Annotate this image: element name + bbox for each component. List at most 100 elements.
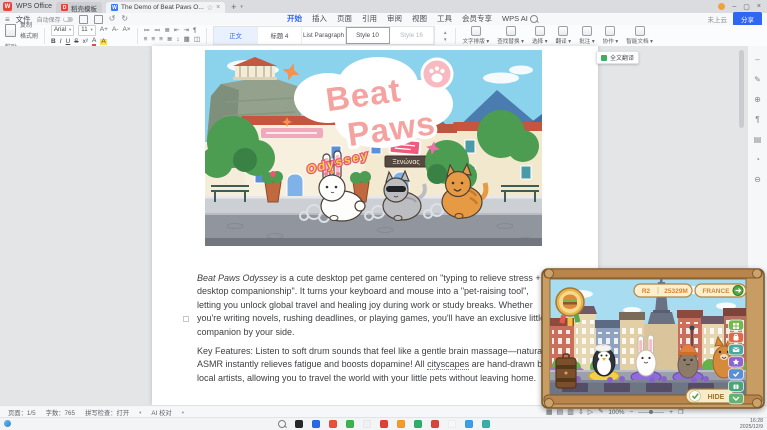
copy-button[interactable]: 复制 [20, 20, 38, 29]
collapse-icon[interactable]: – [755, 56, 759, 64]
taskbar-app-10[interactable] [448, 420, 456, 428]
hide-button[interactable]: HIDE [686, 389, 734, 403]
font-name-select[interactable]: Arial▾ [51, 25, 74, 36]
font-color-icon[interactable]: A [92, 38, 96, 47]
taskbar-app-1[interactable] [295, 420, 303, 428]
italic-icon[interactable]: I [60, 39, 62, 46]
align-right-icon[interactable]: ≡ [159, 37, 163, 44]
favorite-star-icon[interactable]: ☆ [207, 4, 213, 12]
full-text-translate-chip[interactable]: 全文翻译 [596, 51, 639, 64]
add-comment-icon[interactable]: ⊕ [754, 96, 761, 104]
outline-icon[interactable]: ≣ [165, 28, 170, 35]
menu-item-6[interactable]: 视图 [412, 13, 427, 25]
taskbar-search-icon[interactable] [278, 420, 286, 428]
spellcheck-status[interactable]: 拼写检查：打开 [85, 408, 129, 417]
notes-panel-icon[interactable]: ▤ [754, 136, 762, 144]
tab-close-icon[interactable]: × [216, 4, 220, 11]
beat-paws-artwork-image[interactable]: Ξενώνας [205, 50, 542, 246]
increase-font-icon[interactable]: A+ [100, 27, 108, 34]
history-clock-icon[interactable]: ◔ [755, 156, 760, 164]
minimize-button[interactable]: – [732, 3, 736, 10]
style-item[interactable]: List Paragraph [302, 27, 346, 44]
style-item[interactable]: 正文 [214, 27, 258, 44]
shading-icon[interactable]: ▦ [184, 37, 190, 44]
clear-format-icon[interactable]: A× [122, 27, 130, 34]
menu-item-5[interactable]: 审阅 [387, 13, 402, 25]
underline-icon[interactable]: U [66, 39, 71, 46]
wps-office-tab[interactable]: WPS Office [16, 3, 52, 10]
zoom-slider[interactable] [638, 412, 664, 413]
taskbar-app-7[interactable] [397, 420, 405, 428]
gallery-up-icon[interactable]: ▲ [443, 30, 447, 35]
ribbon-tool[interactable]: 智能文档 ▾ [626, 26, 653, 45]
docer-template-tab[interactable]: D 稻壳模板 [56, 2, 102, 13]
bullet-list-icon[interactable]: ≔ [144, 28, 151, 35]
menu-item-4[interactable]: 引用 [362, 13, 377, 25]
edit-pen-icon[interactable]: ✎ [754, 76, 761, 84]
share-button[interactable]: 分享 [733, 12, 762, 26]
decrease-font-icon[interactable]: A- [112, 27, 119, 34]
maximize-button[interactable]: ▢ [743, 3, 750, 11]
strikethrough-icon[interactable]: S [74, 39, 78, 46]
redo-icon[interactable]: ↻ [121, 15, 128, 23]
save-icon[interactable] [79, 15, 88, 24]
menu-item-7[interactable]: 工具 [437, 13, 452, 25]
taskbar-clock[interactable]: 16:28 2025/12/9 [740, 419, 763, 430]
ribbon-tool[interactable]: 协作 ▾ [603, 26, 619, 45]
user-avatar[interactable] [718, 3, 725, 10]
country-pill[interactable]: FRANCE [695, 284, 746, 297]
taskbar-app-6[interactable] [380, 420, 388, 428]
ai-check[interactable]: AI 校对 [151, 408, 171, 417]
game-collapse-button[interactable] [729, 393, 744, 404]
taskbar-app-9[interactable] [431, 420, 439, 428]
paste-icon[interactable] [5, 24, 16, 37]
achievement-badge[interactable] [556, 288, 584, 326]
ribbon-tool[interactable]: 翻译 ▾ [556, 26, 572, 45]
ribbon-tool[interactable]: 文字排版 ▾ [462, 26, 489, 45]
gallery-arrows[interactable]: ▲▼ [441, 30, 449, 42]
align-center-icon[interactable]: ≡ [151, 37, 155, 44]
menu-item-1[interactable]: 开始 [287, 13, 302, 25]
suitcase[interactable] [556, 354, 576, 388]
word-count[interactable]: 字数：765 [46, 408, 75, 417]
menu-item-2[interactable]: 插入 [312, 13, 327, 25]
document-tab[interactable]: W The Demo of Beat Paws O... ☆ × [106, 2, 225, 13]
style-item[interactable]: Style 16 [390, 27, 434, 44]
taskbar-app-12[interactable] [482, 420, 490, 428]
menu-item-3[interactable]: 页面 [337, 13, 352, 25]
style-item[interactable]: 标题 4 [258, 27, 302, 44]
taskbar-app-3[interactable] [329, 420, 337, 428]
weather-widget[interactable] [4, 420, 13, 427]
style-item[interactable]: Style 10 [346, 27, 390, 44]
vertical-scrollbar[interactable] [739, 50, 744, 128]
taskbar-app-2[interactable] [312, 420, 320, 428]
undo-icon[interactable]: ↺ [109, 15, 116, 23]
line-spacing-icon[interactable]: ↕ [176, 37, 179, 44]
superscript-icon[interactable]: x² [83, 39, 88, 46]
close-button[interactable]: × [757, 3, 761, 10]
taskbar-app-5[interactable] [363, 420, 371, 428]
bold-icon[interactable]: B [51, 39, 56, 46]
autosave-control[interactable]: 自动保存 [37, 15, 73, 24]
format-mark-icon[interactable]: ¶ [755, 116, 759, 124]
paragraph-intro[interactable]: Beat Paws Odyssey is a cute desktop pet … [197, 272, 549, 339]
ribbon-tool[interactable]: 查找替换 ▾ [497, 26, 524, 45]
collapse-bottom-icon[interactable]: ⊖ [754, 176, 761, 184]
new-tab-button[interactable]: + [231, 2, 236, 12]
taskbar-app-4[interactable] [346, 420, 354, 428]
game-button-1[interactable] [729, 320, 744, 331]
cloud-status[interactable]: 未上云 [708, 14, 728, 24]
autosave-toggle[interactable] [63, 17, 73, 22]
align-left-icon[interactable]: ≡ [144, 37, 148, 44]
menu-item-9[interactable]: WPS AI [502, 14, 528, 24]
taskbar-app-11[interactable] [465, 420, 473, 428]
decrease-indent-icon[interactable]: ⇤ [174, 28, 179, 35]
border-icon[interactable]: ◫ [194, 37, 200, 44]
tab-list-caret[interactable]: ▾ [240, 4, 243, 10]
game-button-5[interactable] [729, 369, 744, 380]
highlight-icon[interactable]: A [100, 39, 106, 46]
paragraph-features[interactable]: Key Features: Listen to soft drum sounds… [197, 345, 549, 385]
font-size-select[interactable]: 11▾ [78, 25, 96, 36]
print-icon[interactable] [94, 15, 103, 24]
beat-paws-game-window[interactable]: R2 25329M FRANCE HIDE [540, 266, 766, 412]
